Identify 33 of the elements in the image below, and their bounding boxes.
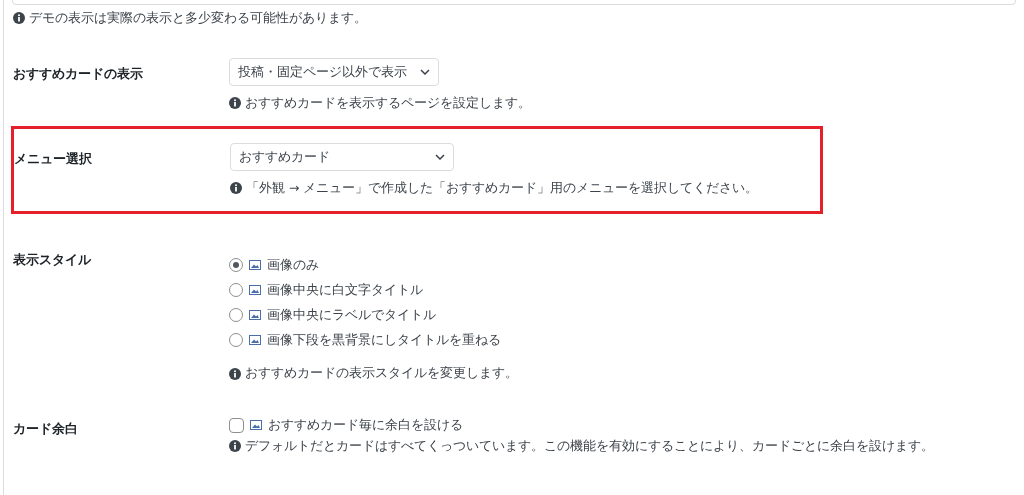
setting-label: メニュー選択 (14, 149, 93, 168)
radio-button[interactable] (229, 282, 243, 297)
setting-label: 表示スタイル (13, 251, 92, 270)
option-label: おすすめカード毎に余白を設ける (268, 416, 463, 435)
option-label: 画像下段を黒背景にしタイトルを重ねる (267, 331, 501, 349)
help-text: おすすめカードを表示するページを設定します。 (245, 93, 531, 112)
radio-button[interactable] (229, 307, 243, 322)
radio-button[interactable] (229, 257, 243, 272)
option-label: 画像中央に白文字タイトル (267, 281, 423, 299)
help-text: 「外観 → メニュー」で作成した「おすすめカード」用のメニューを選択してください。 (246, 178, 759, 197)
image-icon (250, 420, 262, 430)
help-text: デモの表示は実際の表示と多少変わる可能性があります。 (29, 9, 367, 27)
image-icon (249, 334, 261, 345)
setting-label: カード余白 (13, 420, 79, 438)
caret-icon (420, 68, 430, 75)
info-icon (229, 367, 241, 380)
dropdown[interactable]: 投稿・固定ページ以外で表示 (229, 57, 439, 86)
image-icon (249, 284, 261, 295)
radio-button[interactable] (229, 332, 243, 347)
checkbox[interactable] (229, 417, 244, 433)
option-label: 画像のみ (267, 256, 319, 274)
info-icon (13, 12, 25, 25)
setting-label: おすすめカードの表示 (13, 64, 144, 83)
image-icon (249, 309, 261, 320)
caret-icon (435, 153, 445, 160)
info-icon (229, 97, 241, 110)
dropdown[interactable]: おすすめカード (230, 142, 454, 171)
option-label: 画像中央にラベルでタイトル (267, 306, 436, 324)
info-icon (230, 181, 242, 194)
info-icon (229, 440, 241, 453)
help-text: デフォルトだとカードはすべてくっついています。この機能を有効にすることにより、カードごとに余白を設けます。 (245, 437, 934, 455)
image-icon (249, 259, 261, 270)
help-text: おすすめカードの表示スタイルを変更します。 (245, 364, 518, 383)
